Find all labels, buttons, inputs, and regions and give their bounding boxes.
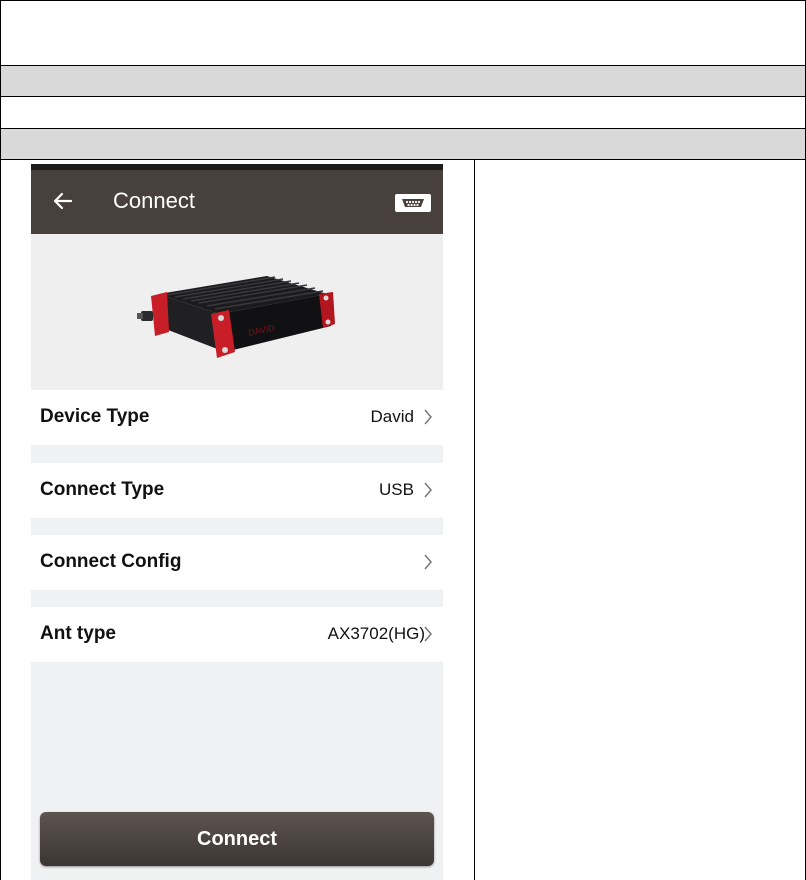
setting-row-device-type[interactable]: Device Type David — [31, 390, 443, 445]
device-image-panel: DAVID — [31, 234, 443, 390]
serial-port-icon[interactable] — [395, 194, 431, 212]
setting-label: Connect Config — [40, 551, 182, 572]
table-divider — [0, 159, 806, 160]
table-border-left — [0, 0, 1, 880]
setting-value: USB — [379, 480, 414, 499]
back-arrow-icon[interactable] — [51, 189, 75, 213]
setting-row-connect-config[interactable]: Connect Config — [31, 535, 443, 590]
page-title: Connect — [113, 188, 195, 213]
phone-screen: Connect DAVID Device Type David Connect … — [31, 164, 443, 880]
chevron-right-icon — [424, 554, 432, 570]
setting-label: Ant type — [40, 623, 116, 644]
table-border-top — [0, 0, 806, 1]
gnss-receiver-image: DAVID — [137, 276, 335, 358]
setting-label: Connect Type — [40, 479, 165, 500]
table-divider — [0, 96, 806, 97]
chevron-right-icon — [424, 482, 432, 498]
table-header-row — [1, 66, 805, 96]
connect-button[interactable]: Connect — [40, 812, 434, 866]
setting-row-connect-type[interactable]: Connect Type USB — [31, 463, 443, 518]
app-bar: Connect — [31, 170, 443, 234]
table-column-divider — [474, 160, 475, 880]
table-header-row — [1, 129, 805, 159]
table-divider — [0, 65, 806, 66]
document-table: Connect DAVID Device Type David Connect … — [0, 0, 806, 880]
setting-row-ant-type[interactable]: Ant type AX3702(HG) — [31, 607, 443, 662]
setting-value: AX3702(HG) — [327, 624, 425, 643]
chevron-right-icon — [424, 626, 432, 642]
setting-label: Device Type — [40, 406, 150, 427]
table-divider — [0, 128, 806, 129]
setting-value: David — [370, 407, 414, 426]
chevron-right-icon — [424, 409, 432, 425]
